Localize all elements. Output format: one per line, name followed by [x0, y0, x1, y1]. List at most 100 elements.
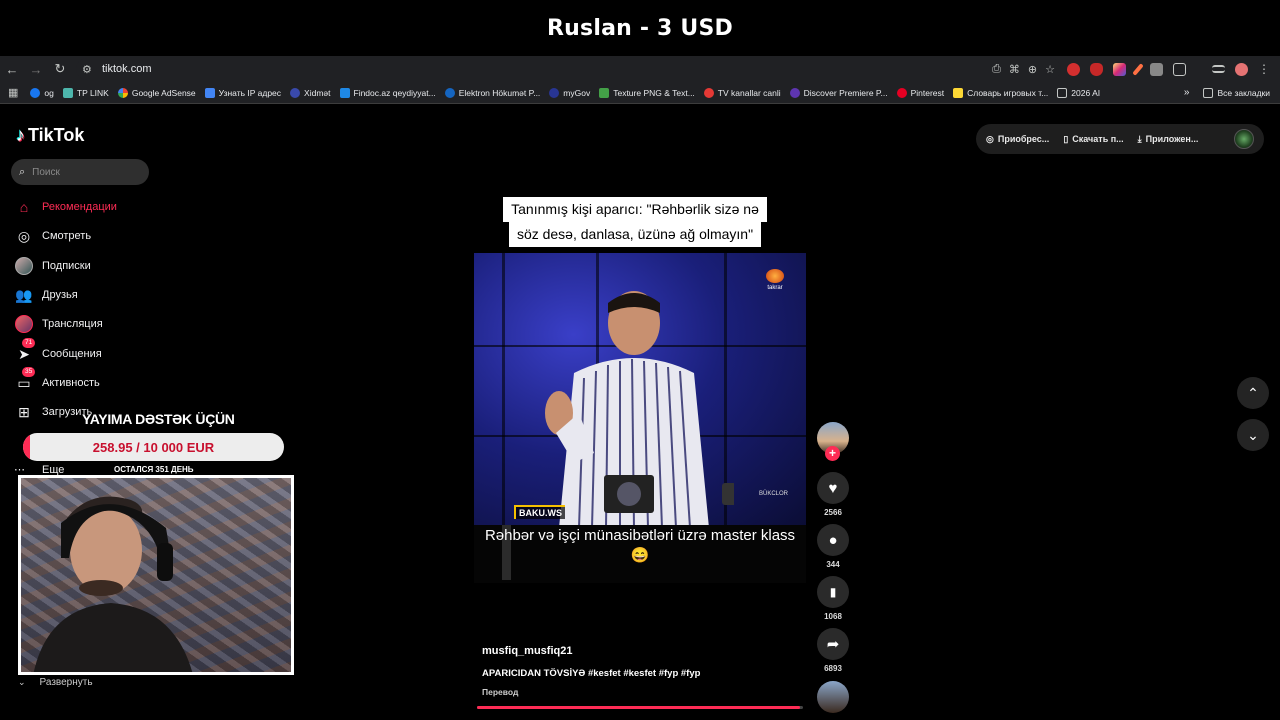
translate-link[interactable]: Перевод [482, 687, 518, 697]
donation-goal-title: YAYIMA DƏSTƏK ÜÇÜN [82, 411, 235, 427]
extension-shield-icon[interactable] [1090, 62, 1103, 76]
texture-icon [599, 87, 610, 98]
bookmark-item[interactable]: Узнать IP адрес [204, 87, 281, 98]
extension-calculator-icon[interactable] [1150, 62, 1163, 76]
extension-maple-icon[interactable] [1067, 62, 1080, 76]
donation-amount: 258.95 / 10 000 EUR [92, 439, 215, 455]
next-video-button[interactable]: ⌄ [1237, 419, 1269, 451]
xidmet-icon [290, 87, 301, 98]
share-button[interactable]: ➦ [817, 628, 849, 660]
bookmark-item[interactable]: og [30, 87, 54, 98]
more-bookmarks-icon[interactable]: » [1184, 87, 1190, 98]
sidebar-item-explore[interactable]: ◎ Смотреть [14, 226, 91, 246]
previous-video-button[interactable]: ⌃ [1237, 377, 1269, 409]
bookmark-item[interactable]: myGov [549, 87, 590, 98]
desktop-app-button[interactable]: ⤓ Приложен... [1138, 134, 1199, 145]
reload-icon[interactable]: ↻ [48, 57, 72, 81]
channel-logo: takrar [766, 269, 784, 291]
download-app-button[interactable]: ▯ Скачать п... [1063, 134, 1123, 145]
bookmark-folder[interactable]: 2026 AI [1057, 87, 1100, 98]
apps-grid-icon[interactable]: ▦ [8, 86, 18, 99]
phone-icon: ▯ [1063, 133, 1069, 144]
following-avatar-icon [14, 256, 34, 276]
chevron-down-icon: ⌄ [18, 677, 26, 687]
like-count: 2566 [824, 508, 842, 517]
sidebar-item-messages[interactable]: ➤ 71 Сообщения [14, 338, 102, 364]
bookmark-item[interactable]: Elektron Hökumət P... [444, 87, 540, 98]
sidebar-item-following[interactable]: Подписки [14, 256, 91, 276]
browser-menu-icon[interactable]: ⋮ [1258, 62, 1270, 76]
sidebar-item-live[interactable]: Трансляция [14, 314, 103, 334]
url-text[interactable]: tiktok.com [102, 63, 152, 75]
address-bar[interactable]: ⚙ tiktok.com ⎙ ⌘ ⊕ ☆ [76, 58, 1061, 80]
zoom-icon[interactable]: ⊕ [1028, 63, 1037, 76]
video-progress-bar[interactable] [477, 706, 803, 709]
save-count: 1068 [824, 612, 842, 621]
messages-icon: ➤ 71 [14, 338, 36, 364]
sidebar-item-friends[interactable]: 👥 Друзья [14, 285, 77, 305]
translate-icon[interactable]: ⌘ [1009, 63, 1020, 76]
presenter-figure [545, 291, 734, 525]
site-settings-icon[interactable]: ⚙ [82, 63, 100, 76]
bookmark-icon: ▮ [829, 585, 837, 599]
bookmark-item[interactable]: Google AdSense [117, 87, 196, 98]
video-subtitle: Rəhbər və işçi münasibətləri üzrə master… [484, 527, 796, 564]
bookmark-item[interactable]: Xidmət [290, 87, 331, 98]
sound-disc[interactable] [817, 681, 849, 713]
forward-icon[interactable]: → [24, 57, 48, 81]
upload-icon: ⊞ [18, 403, 30, 420]
profile-avatar-icon[interactable] [1235, 62, 1248, 76]
folder-icon [1057, 87, 1068, 98]
purchase-coins-button[interactable]: ◎ Приобрес... [986, 134, 1049, 145]
video-player[interactable]: takrar BÜKCLOR BAKU.WS [474, 253, 806, 525]
egov-icon [444, 87, 455, 98]
bookmark-star-icon[interactable]: ☆ [1045, 63, 1055, 76]
donation-days-left: ОСТАЛСЯ 351 ДЕНЬ [114, 465, 194, 474]
bookmarks-bar: ▦ og TP LINK Google AdSense Узнать IP ад… [0, 82, 1280, 104]
save-button[interactable]: ▮ [817, 576, 849, 608]
search-input[interactable]: ⌕ Поиск [11, 159, 149, 185]
bookmark-item[interactable]: Pinterest [896, 87, 944, 98]
findoc-icon [339, 87, 350, 98]
back-icon[interactable]: ← [0, 57, 24, 81]
corner-tag: BÜKCLOR [758, 491, 788, 497]
activity-icon: ▭ 35 [14, 367, 36, 393]
comment-button[interactable]: ● [817, 524, 849, 556]
follow-plus-icon[interactable]: + [825, 446, 840, 461]
chevron-up-icon: ⌃ [1247, 384, 1259, 401]
donation-goal-fill [23, 433, 30, 461]
streamer-figure [33, 496, 193, 672]
ip-icon [204, 87, 215, 98]
extension-pen-icon[interactable] [1132, 62, 1144, 76]
like-button[interactable]: ♥ [817, 472, 849, 504]
all-bookmarks-folder[interactable]: Все закладки [1203, 87, 1270, 98]
expand-sidebar-button[interactable]: ⌄ Развернуть [18, 677, 93, 688]
tiktok-note-icon: ♪ [16, 125, 25, 145]
bookmark-item[interactable]: Texture PNG & Text... [599, 87, 695, 98]
video-description[interactable]: APARICIDAN TÖVSİYƏ #kesfet #kesfet #fyp … [482, 668, 700, 679]
video-author[interactable]: musfiq_musfiq21 [482, 645, 572, 657]
bookmark-item[interactable]: Словарь игровых т... [953, 87, 1048, 98]
media-control-icon[interactable] [1212, 65, 1225, 73]
video-progress-fill [477, 706, 800, 709]
install-app-icon[interactable]: ⎙ [992, 63, 1001, 76]
tplink-icon [62, 87, 73, 98]
bookmark-item[interactable]: TV kanallar canli [703, 87, 781, 98]
sidebar-item-activity[interactable]: ▭ 35 Активность [14, 367, 100, 393]
tiktok-logo[interactable]: ♪ TikTok [16, 125, 84, 146]
bookmark-item[interactable]: Findoc.az qeydiyyat... [339, 87, 436, 98]
heart-icon: ♥ [828, 479, 838, 497]
tv-icon [703, 87, 714, 98]
extension-instagram-icon[interactable] [1113, 62, 1126, 76]
sidebar-item-upload[interactable]: ⊞ Загрузить [14, 402, 92, 422]
bookmark-item[interactable]: Discover Premiere P... [789, 87, 888, 98]
profile-avatar[interactable] [1234, 129, 1254, 149]
sidebar-item-recommended[interactable]: ⌂ Рекомендации [14, 197, 117, 217]
pinterest-icon [896, 87, 907, 98]
bookmark-item[interactable]: TP LINK [62, 87, 109, 98]
extensions-puzzle-icon[interactable] [1173, 62, 1186, 76]
share-count: 6893 [824, 664, 842, 673]
google-icon [117, 87, 128, 98]
compass-icon: ◎ [17, 227, 31, 244]
dictionary-icon [953, 87, 964, 98]
